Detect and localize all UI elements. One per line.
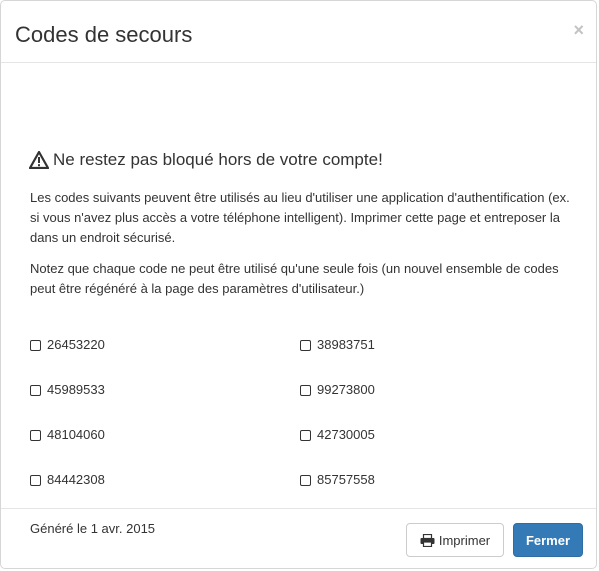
checkbox-icon[interactable] [300, 339, 311, 351]
print-button-label: Imprimer [438, 532, 491, 548]
modal-title: Codes de secours [15, 22, 193, 47]
code-value: 99273800 [317, 382, 375, 397]
checkbox-icon[interactable] [30, 429, 41, 441]
code-item[interactable]: 48104060 [30, 426, 105, 444]
checkbox-icon[interactable] [300, 474, 311, 486]
print-button[interactable]: Imprimer [406, 523, 504, 557]
modal-header: Codes de secours × [1, 1, 596, 63]
warning-heading: Ne restez pas bloqué hors de votre compt… [29, 149, 383, 171]
code-value: 48104060 [47, 427, 105, 442]
checkbox-icon[interactable] [30, 384, 41, 396]
code-value: 42730005 [317, 427, 375, 442]
code-item[interactable]: 99273800 [300, 381, 375, 399]
instructions-paragraph: Les codes suivants peuvent être utilisés… [30, 190, 570, 245]
code-item[interactable]: 45989533 [30, 381, 105, 399]
code-value: 84442308 [47, 472, 105, 487]
modal-footer: Imprimer Fermer [1, 508, 596, 570]
code-item[interactable]: 42730005 [300, 426, 375, 444]
code-item[interactable]: 85757558 [300, 471, 375, 489]
close-button[interactable]: Fermer [513, 523, 583, 557]
code-item[interactable]: 38983751 [300, 336, 375, 354]
backup-codes-modal: Codes de secours × Ne restez pas bloqué … [0, 0, 597, 569]
printer-icon [420, 533, 435, 547]
code-value: 45989533 [47, 382, 105, 397]
checkbox-icon[interactable] [300, 429, 311, 441]
single-use-note: Notez que chaque code ne peut être utili… [30, 261, 559, 296]
warning-triangle-icon [29, 151, 49, 169]
checkbox-icon[interactable] [300, 384, 311, 396]
warning-heading-text: Ne restez pas bloqué hors de votre compt… [53, 150, 383, 169]
checkbox-icon[interactable] [30, 339, 41, 351]
code-item[interactable]: 26453220 [30, 336, 105, 354]
code-value: 26453220 [47, 337, 105, 352]
code-value: 38983751 [317, 337, 375, 352]
code-value: 85757558 [317, 472, 375, 487]
code-item[interactable]: 84442308 [30, 471, 105, 489]
close-icon[interactable]: × [573, 20, 584, 40]
checkbox-icon[interactable] [30, 474, 41, 486]
